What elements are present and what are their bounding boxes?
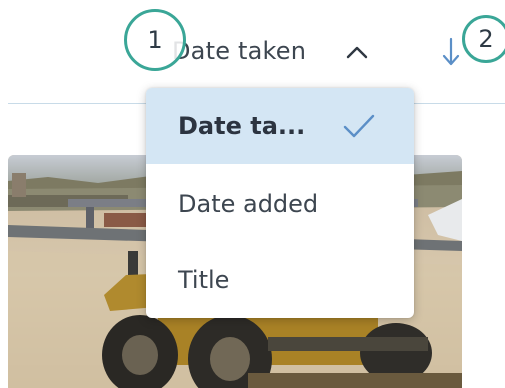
- menu-item-label: Date added: [178, 190, 319, 218]
- callout-marker-2: 2: [462, 15, 505, 63]
- menu-item-title[interactable]: Title: [146, 242, 414, 318]
- photo-gallery-view: Date taken Date ta... Date added Title 1…: [0, 0, 505, 388]
- chevron-up-icon[interactable]: [342, 38, 372, 68]
- callout-marker-1: 1: [124, 9, 186, 71]
- menu-item-date-taken[interactable]: Date ta...: [146, 88, 414, 164]
- menu-item-date-added[interactable]: Date added: [146, 166, 414, 242]
- check-icon: [343, 114, 375, 138]
- sort-field-label: Date taken: [172, 37, 307, 65]
- sort-options-menu: Date ta... Date added Title: [146, 88, 414, 318]
- menu-item-label: Date ta...: [178, 112, 306, 140]
- sort-field-dropdown[interactable]: Date taken: [172, 30, 306, 72]
- menu-item-label: Title: [178, 266, 230, 294]
